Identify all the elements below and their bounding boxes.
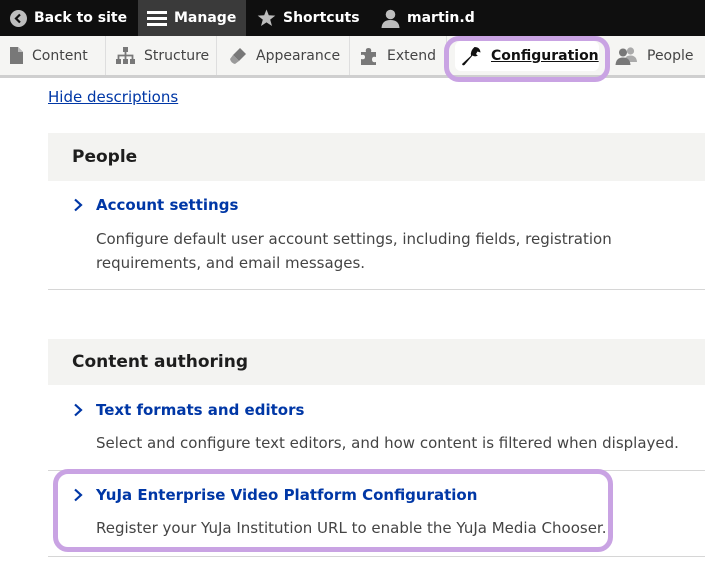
manage-label: Manage	[174, 10, 237, 26]
chevron-right-icon	[74, 198, 83, 212]
menu-item-label: Appearance	[256, 47, 341, 64]
menu-item-label: People	[647, 47, 694, 64]
manage-button[interactable]: Manage	[138, 0, 246, 36]
account-settings-description: Configure default user account settings,…	[96, 230, 612, 272]
back-to-site-label: Back to site	[34, 10, 128, 26]
text-formats-description: Select and configure text editors, and h…	[96, 434, 679, 452]
panel-title-content-authoring: Content authoring	[48, 339, 705, 385]
admin-toolbar: Back to site Manage Shortcuts martin.d	[0, 0, 705, 36]
shortcuts-label: Shortcuts	[283, 10, 360, 26]
menu-item-label: Structure	[144, 47, 210, 64]
document-icon	[10, 47, 23, 64]
menu-item-structure[interactable]: Structure	[106, 36, 217, 75]
user-menu-button[interactable]: martin.d	[381, 0, 475, 36]
user-icon	[381, 9, 400, 28]
panel-title-people: People	[48, 133, 705, 181]
menu-item-label: Content	[32, 47, 88, 64]
star-icon	[257, 9, 276, 26]
people-icon	[615, 46, 637, 65]
user-name-label: martin.d	[407, 10, 475, 26]
text-formats-link[interactable]: Text formats and editors	[96, 401, 304, 419]
hamburger-icon	[147, 11, 167, 26]
hide-descriptions-link[interactable]: Hide descriptions	[48, 88, 178, 106]
shortcuts-button[interactable]: Shortcuts	[257, 0, 360, 36]
yuja-item-highlight	[53, 469, 613, 552]
menu-item-extend[interactable]: Extend	[350, 36, 447, 75]
account-settings-link[interactable]: Account settings	[96, 196, 238, 214]
divider	[48, 289, 705, 290]
menu-item-people[interactable]: People	[605, 36, 705, 75]
chevron-right-icon	[74, 403, 83, 417]
paintbrush-icon	[230, 47, 246, 64]
menu-item-appearance[interactable]: Appearance	[217, 36, 350, 75]
sitemap-icon	[116, 47, 135, 64]
menu-item-label: Extend	[387, 47, 436, 64]
puzzle-icon	[361, 47, 376, 65]
configuration-highlight	[444, 36, 610, 82]
divider	[48, 556, 705, 557]
menu-item-content[interactable]: Content	[0, 36, 106, 75]
back-to-site-link[interactable]: Back to site	[10, 0, 127, 36]
back-arrow-icon	[10, 9, 27, 27]
